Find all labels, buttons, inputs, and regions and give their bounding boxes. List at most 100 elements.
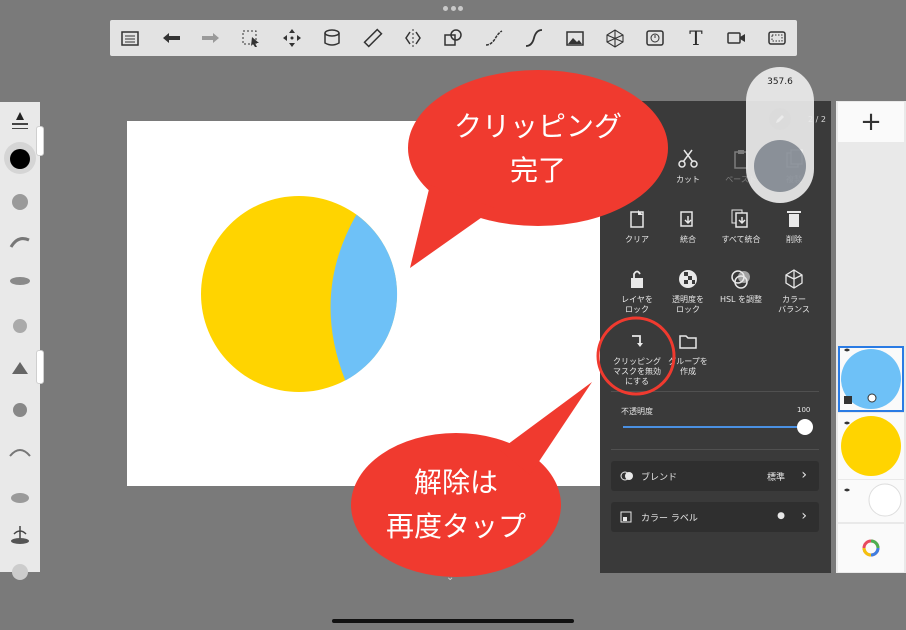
merge-all-icon: [731, 209, 748, 228]
lock-icon: [631, 270, 643, 288]
chevron-down-icon[interactable]: ⌄: [446, 572, 454, 583]
brush-size-icon[interactable]: [9, 110, 31, 134]
eye-icon[interactable]: [844, 488, 850, 492]
fill-icon[interactable]: [312, 20, 352, 56]
eye-icon[interactable]: [844, 421, 850, 425]
clipping-mask-icon: [632, 335, 643, 347]
color-balance-label: カラー バランス: [778, 295, 810, 314]
clear-label: クリア: [625, 235, 649, 244]
redo-icon[interactable]: [191, 20, 231, 56]
brush-preset-5[interactable]: [8, 358, 32, 378]
blend-label: ブレンド: [641, 473, 678, 483]
lock-transparency-button[interactable]: 透明度を ロック: [660, 268, 716, 315]
layer-thumb-yellow[interactable]: [838, 413, 904, 479]
text-icon[interactable]: T: [676, 20, 716, 56]
undo-icon[interactable]: [150, 20, 190, 56]
brush-opacity-dial[interactable]: [754, 140, 806, 192]
merge-button[interactable]: 統合: [660, 208, 716, 245]
brush-preset-4[interactable]: [8, 316, 32, 336]
move-icon[interactable]: [272, 20, 312, 56]
callout-bottom-line2: 再度タップ: [385, 510, 526, 543]
curve-icon[interactable]: [474, 20, 514, 56]
opacity-value: 100: [797, 406, 811, 414]
brush-panel-handle[interactable]: [36, 126, 44, 156]
clipping-indicator-icon: [844, 396, 852, 404]
blend-icon: [620, 471, 633, 481]
ruler-icon[interactable]: [352, 20, 392, 56]
image-icon[interactable]: [554, 20, 594, 56]
lock-layer-button[interactable]: レイヤを ロック: [609, 268, 665, 315]
opacity-slider-knob[interactable]: [797, 419, 813, 435]
clip-arrow-icon: [867, 393, 877, 403]
trash-icon: [787, 211, 801, 227]
adjust-hsl-label: HSL を調整: [719, 295, 763, 304]
color-label-icon: [620, 511, 632, 523]
hsl-icon: [731, 270, 750, 289]
opacity-label: 不透明度: [621, 407, 653, 416]
select-icon[interactable]: [231, 20, 271, 56]
merge-icon: [680, 211, 693, 227]
clipping-mask-toggle-button[interactable]: クリッピング マスクを無効 にする: [609, 330, 665, 387]
brush-scroll-handle[interactable]: [36, 350, 44, 384]
color-label-row[interactable]: カラー ラベル ● ›: [611, 502, 819, 532]
brush-preset-7[interactable]: [8, 442, 32, 462]
folder-icon: [679, 335, 697, 349]
menu-divider: [611, 391, 819, 392]
clipping-mask-label: クリッピング マスクを無効 にする: [613, 357, 661, 386]
cut-label: カット: [676, 175, 700, 184]
layer-thumb-blue[interactable]: [838, 346, 904, 412]
blend-mode-row[interactable]: ブレンド 標準 ›: [611, 461, 819, 491]
brush-preset-2[interactable]: [8, 232, 32, 252]
clear-icon: [630, 210, 644, 228]
color-balance-button[interactable]: カラー バランス: [766, 268, 822, 315]
lock-transparency-label: 透明度を ロック: [672, 295, 704, 314]
menu-divider: [611, 449, 819, 450]
current-color-swatch[interactable]: [10, 149, 30, 169]
home-indicator[interactable]: [332, 619, 574, 623]
clear-button[interactable]: クリア: [609, 208, 665, 245]
delete-button[interactable]: 削除: [766, 208, 822, 245]
brush-preset-8[interactable]: [8, 486, 32, 506]
shape-icon[interactable]: [433, 20, 473, 56]
add-layer-button[interactable]: +: [838, 102, 904, 142]
brush-preset-10[interactable]: [8, 560, 32, 580]
brush-preset-6[interactable]: [8, 400, 32, 420]
scissors-icon: [678, 149, 698, 168]
color-label-dot: ●: [777, 511, 785, 521]
window-handle[interactable]: [443, 6, 463, 12]
eye-icon[interactable]: [844, 348, 850, 352]
brush-preset-1[interactable]: [8, 192, 32, 212]
lock-layer-label: レイヤを ロック: [621, 295, 653, 314]
brush-size-value: 357.6: [767, 77, 793, 87]
opacity-slider-track[interactable]: [623, 426, 805, 428]
layer-thumb-empty[interactable]: [838, 480, 904, 522]
chevron-right-icon: ›: [801, 508, 807, 524]
color-balance-icon: [785, 269, 803, 289]
blend-value: 標準: [766, 473, 785, 483]
brush-preset-9[interactable]: [8, 524, 32, 544]
video-icon[interactable]: [716, 20, 756, 56]
merge-all-label: すべて統合: [721, 235, 761, 244]
symmetry-icon[interactable]: [393, 20, 433, 56]
checker-ball-icon: [679, 270, 697, 288]
adjust-hsl-button[interactable]: HSL を調整: [713, 268, 769, 305]
callout-top-line2: 完了: [509, 154, 566, 187]
delete-label: 削除: [786, 235, 802, 244]
fullscreen-icon[interactable]: [757, 20, 797, 56]
callout-top-line1: クリッピング: [453, 110, 622, 143]
cut-button[interactable]: カット: [660, 148, 716, 185]
color-label-label: カラー ラベル: [641, 514, 698, 524]
perspective-icon[interactable]: [595, 20, 635, 56]
create-group-button[interactable]: グループを 作成: [660, 330, 716, 377]
merge-all-button[interactable]: すべて統合: [713, 208, 769, 245]
brush-preset-3[interactable]: [8, 270, 32, 290]
top-toolbar: T: [110, 20, 797, 56]
timelapse-icon[interactable]: [635, 20, 675, 56]
line-icon[interactable]: [514, 20, 554, 56]
create-group-label: グループを 作成: [668, 357, 708, 376]
chevron-right-icon: ›: [801, 467, 807, 483]
text-tool-glyph: T: [689, 26, 703, 50]
color-wheel-button[interactable]: [838, 524, 904, 572]
color-wheel-icon: [862, 539, 880, 557]
list-icon[interactable]: [110, 20, 150, 56]
